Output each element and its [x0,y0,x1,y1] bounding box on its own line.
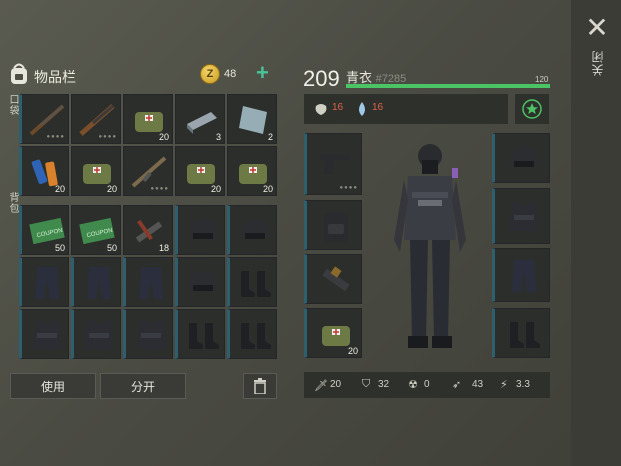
boots-icon [510,322,540,348]
feet-equip-slot[interactable] [492,308,550,358]
speed-icon: ➶ [452,379,462,391]
add-coins-button[interactable]: + [256,61,269,85]
xp-bar-fill [346,84,550,88]
boots-icon [241,323,271,349]
pants-icon [35,267,59,299]
thirst-value: 16 [372,102,384,113]
boots-slot-3[interactable] [227,309,277,359]
coin-icon: Z [200,64,220,84]
glass-slot[interactable]: 2 [227,94,277,144]
trash-button[interactable] [243,373,277,399]
weapon-equip-slot[interactable]: ●●●● [304,133,362,195]
split-button[interactable]: 分开 [100,373,186,399]
backpack-equip-slot[interactable] [304,200,362,250]
ration-coupon-slot-1[interactable]: COUPON 50 [19,205,69,255]
ration-coupon-slot-2[interactable]: COUPON 50 [71,205,121,255]
close-icon[interactable]: ✕ [585,14,608,42]
helmet-icon [189,271,217,291]
status-bar: 16 16 [304,94,508,124]
helmet-slot-1[interactable] [175,205,225,255]
boots-slot-2[interactable] [175,309,225,359]
speed-value: 43 [472,379,484,390]
coin-count: 48 [224,68,237,80]
boots-icon [189,323,219,349]
batteries-slot[interactable]: 20 [19,146,69,196]
character-name-text: 青衣 [346,70,373,85]
use-button[interactable]: 使用 [10,373,96,399]
consumable-equip-slot[interactable]: 20 [304,308,362,358]
helmet-slot-3[interactable] [175,257,225,307]
body-equip-slot[interactable] [492,188,550,244]
character-model [394,144,466,348]
trash-icon [254,378,266,394]
vest-icon [137,321,165,349]
vest-icon [510,203,538,231]
boots-slot-1[interactable] [227,257,277,307]
vest-slot-1[interactable] [19,309,69,359]
vest-slot-3[interactable] [123,309,173,359]
rifle-slot[interactable]: ●●●● [19,94,69,144]
helmet-icon [510,147,538,167]
pants-slot-1[interactable] [19,257,69,307]
weapon-parts-slot[interactable]: 18 [123,205,173,255]
radiation-icon: ☢ [408,379,418,391]
attack-icon: 🗡 [314,380,328,392]
character-level: 209 [303,66,340,91]
perks-button[interactable] [515,94,549,124]
medkit-bag-slot-4[interactable]: 20 [227,146,277,196]
stealth-value: 3.3 [516,379,530,390]
pants-icon [87,267,111,299]
tool-equip-slot[interactable] [304,254,362,304]
vest-icon [85,321,113,349]
head-equip-slot[interactable] [492,133,550,183]
vest-slot-2[interactable] [71,309,121,359]
attack-value: 20 [330,379,342,390]
helmet-slot-2[interactable] [227,205,277,255]
medkit-bag-slot-3[interactable]: 20 [175,146,225,196]
close-label: 关闭 [590,50,605,76]
xp-max: 120 [535,75,549,84]
stealth-icon: ⚡ [500,379,508,391]
helmet-icon [189,219,217,239]
defense-icon: ⛉ [362,378,371,390]
water-drop-icon [359,102,365,116]
backpack-icon [11,63,27,84]
flashlight-icon [322,266,350,292]
defense-value: 32 [378,379,390,390]
inventory-title: 物品栏 [34,69,76,85]
hunger-value: 16 [332,102,344,113]
assault-rifle-slot[interactable]: ●●●● [123,146,173,196]
legs-equip-slot[interactable] [492,248,550,302]
pistol-icon [320,154,350,174]
backpack-label: 背包 [7,192,18,214]
boots-icon [241,271,271,297]
inventory-header: 物品栏 Z 48 + [8,61,278,88]
radiation-value: 0 [424,379,430,390]
hunger-icon [315,104,327,115]
star-icon [522,99,542,119]
backpack-icon [324,212,348,242]
pocket-label: 口袋 [7,94,18,116]
pants-icon [512,260,536,292]
medkit-bag-slot-1[interactable]: 20 [123,94,173,144]
metal-bar-slot[interactable]: 3 [175,94,225,144]
pants-icon [139,267,163,299]
shotgun-slot[interactable]: ●●●● [71,94,121,144]
pants-slot-3[interactable] [123,257,173,307]
stats-bar: 🗡 20 ⛉ 32 ☢ 0 ➶ 43 ⚡ 3.3 [304,372,550,398]
helmet-icon [241,219,269,239]
vest-icon [33,321,61,349]
medkit-bag-slot-2[interactable]: 20 [71,146,121,196]
close-button[interactable]: ✕ 关闭 [583,14,611,94]
pants-slot-2[interactable] [71,257,121,307]
